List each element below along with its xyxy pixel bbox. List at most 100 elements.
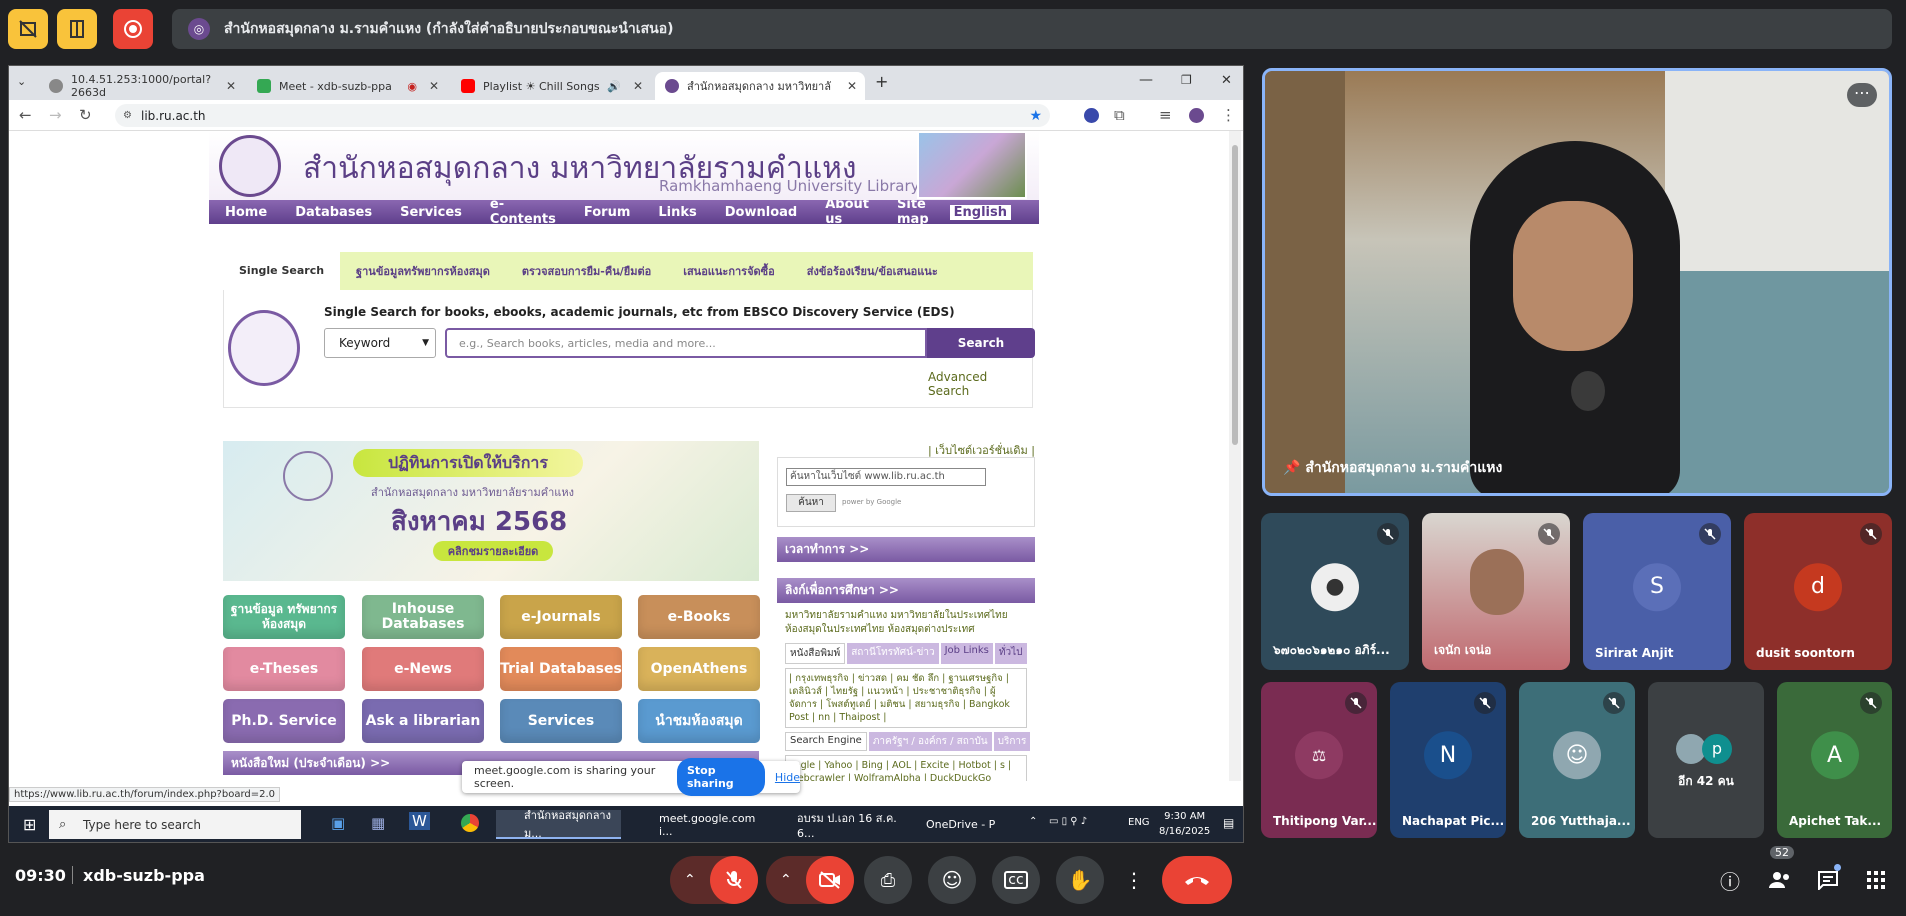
- advanced-search-link[interactable]: Advanced Search: [928, 370, 1032, 398]
- participant-tile[interactable]: N Nachapat Pic...: [1390, 682, 1506, 838]
- mic-options-chevron-icon[interactable]: ⌃: [684, 872, 696, 888]
- engine-tab[interactable]: บริการ: [993, 732, 1031, 751]
- link-tab[interactable]: สถานีโทรทัศน์-ข่าว: [847, 643, 939, 664]
- omnibox[interactable]: ⚙ lib.ru.ac.th ★: [115, 104, 1050, 127]
- service-button[interactable]: Services: [500, 699, 622, 743]
- browser-tab-active[interactable]: สำนักหอสมุดกลาง มหาวิทยาลัยรามคำแ ✕: [655, 72, 865, 100]
- notification-icon[interactable]: ▤: [1223, 816, 1234, 830]
- tab-single-search[interactable]: Single Search: [223, 252, 341, 290]
- scrollbar[interactable]: [1229, 131, 1241, 781]
- menu-dots-icon[interactable]: ⋮: [1221, 106, 1236, 124]
- service-button[interactable]: OpenAthens: [638, 647, 760, 691]
- tab-purchase-suggest[interactable]: เสนอแนะการจัดซื้อ: [667, 262, 791, 280]
- participant-tile[interactable]: S Sirirat Anjit: [1583, 513, 1731, 670]
- reactions-button[interactable]: ☺: [928, 856, 976, 904]
- raise-hand-button[interactable]: ✋: [1056, 856, 1104, 904]
- service-button[interactable]: e-Journals: [500, 595, 622, 639]
- layout-off-icon[interactable]: [8, 9, 48, 49]
- service-button[interactable]: Trial Databases: [500, 647, 622, 691]
- link-tab[interactable]: ทั่วไป: [994, 643, 1027, 664]
- site-info-icon[interactable]: ⚙: [123, 110, 132, 121]
- service-button[interactable]: Ph.D. Service: [223, 699, 345, 743]
- participant-tile[interactable]: d dusit soontorn: [1744, 513, 1892, 670]
- hide-button[interactable]: Hide: [775, 771, 800, 784]
- news-links[interactable]: | กรุงเทพธุรกิจ | ข่าวสด | คม ชัด ลึก | …: [785, 668, 1027, 728]
- menu-about-us[interactable]: About us: [825, 197, 869, 227]
- leave-call-button[interactable]: [1162, 856, 1232, 904]
- browser-tab[interactable]: Playlist ☀ Chill Songs Vol.1 🔊 ✕: [451, 72, 651, 100]
- bookmark-star-icon[interactable]: ★: [1029, 108, 1042, 124]
- participant-tile[interactable]: A Apichet Tak...: [1777, 682, 1892, 838]
- taskbar-search[interactable]: ⌕ Type here to search: [49, 810, 301, 839]
- taskbar-clock[interactable]: 9:30 AM 8/16/2025: [1159, 809, 1210, 839]
- minimize-icon[interactable]: —: [1139, 72, 1153, 88]
- more-options-icon[interactable]: ⋯: [1847, 83, 1877, 107]
- banner-details-button[interactable]: คลิกชมรายละเอียด: [433, 541, 553, 561]
- links-list[interactable]: มหาวิทยาลัยรามคำแหง มหาวิทยาลัยในประเทศไ…: [777, 603, 1035, 643]
- menu-download[interactable]: Download: [725, 205, 797, 220]
- menu-site-map[interactable]: Site map: [897, 197, 938, 227]
- back-icon[interactable]: ←: [19, 106, 32, 124]
- site-search-button[interactable]: ค้นหา: [786, 494, 836, 512]
- link-tab[interactable]: หนังสือพิมพ์: [785, 643, 846, 664]
- engine-tab[interactable]: Search Engine: [785, 732, 867, 751]
- menu-forum[interactable]: Forum: [584, 205, 631, 220]
- site-search-input[interactable]: ค้นหาในเว็บไซต์ www.lib.ru.ac.th: [786, 468, 986, 486]
- building-icon[interactable]: [57, 9, 97, 49]
- taskbar-app[interactable]: meet.google.com i...: [631, 810, 761, 839]
- search-type-select[interactable]: Keyword ▼: [324, 328, 436, 358]
- new-tab-icon[interactable]: +: [875, 72, 888, 91]
- forward-icon[interactable]: →: [49, 106, 62, 124]
- activities-grid-icon[interactable]: [1864, 868, 1888, 892]
- close-icon[interactable]: ✕: [429, 79, 439, 93]
- tab-borrow-check[interactable]: ตรวจสอบการยืม-คืน/ยืมต่อ: [506, 262, 667, 280]
- captions-button[interactable]: cc: [992, 856, 1040, 904]
- tray-chevron-icon[interactable]: ⌃: [1029, 816, 1037, 827]
- scrollbar-thumb[interactable]: [1232, 145, 1238, 445]
- media-icon[interactable]: ≡: [1159, 106, 1172, 124]
- tab-complaint[interactable]: ส่งข้อร้องเรียน/ข้อเสนอแนะ: [791, 262, 954, 280]
- files-icon[interactable]: ▦: [371, 814, 385, 832]
- search-button[interactable]: Search: [927, 328, 1035, 358]
- taskbar-app[interactable]: OneDrive - P: [914, 810, 1024, 839]
- windows-start-icon[interactable]: ⊞: [23, 815, 36, 834]
- profile-icon[interactable]: [1189, 108, 1204, 123]
- restore-icon[interactable]: ❐: [1181, 73, 1192, 87]
- service-button[interactable]: นำชมห้องสมุด: [638, 699, 760, 743]
- participant-tile[interactable]: เจนัก เจน่อ: [1422, 513, 1570, 670]
- participant-tile[interactable]: ⚖ Thitipong Var...: [1261, 682, 1377, 838]
- menu-links[interactable]: Links: [658, 205, 696, 220]
- links-header[interactable]: ลิงก์เพื่อการศึกษา >>: [777, 578, 1035, 603]
- search-input[interactable]: e.g., Search books, articles, media and …: [445, 328, 927, 358]
- browser-tab[interactable]: Meet - xdb-suzb-ppa ◉ ✕: [247, 72, 447, 100]
- more-options-button[interactable]: ⋮: [1110, 856, 1158, 904]
- close-icon[interactable]: ✕: [847, 79, 857, 93]
- menu-services[interactable]: Services: [400, 205, 462, 220]
- extension-icon[interactable]: [1084, 108, 1099, 123]
- hours-header[interactable]: เวลาทำการ >>: [777, 537, 1035, 562]
- reload-icon[interactable]: ↻: [79, 106, 92, 124]
- chrome-icon[interactable]: [461, 814, 479, 832]
- service-button[interactable]: e-Books: [638, 595, 760, 639]
- service-button[interactable]: Inhouse Databases: [362, 595, 484, 639]
- mic-off-icon[interactable]: [710, 856, 758, 904]
- presenter-video-tile[interactable]: ⋯ 📌 สำนักหอสมุดกลาง ม.รามคำแหง: [1262, 68, 1892, 496]
- speaker-icon[interactable]: 🔊: [607, 80, 621, 93]
- service-button[interactable]: e-News: [362, 647, 484, 691]
- tab-library-database[interactable]: ฐานข้อมูลทรัพยากรห้องสมุด: [340, 262, 506, 280]
- camera-options-chevron-icon[interactable]: ⌃: [780, 872, 792, 888]
- browser-tab[interactable]: 10.4.51.253:1000/portal?2663d ✕: [39, 72, 244, 100]
- calendar-banner[interactable]: ปฏิทินการเปิดให้บริการ สำนักหอสมุดกลาง ม…: [223, 441, 759, 581]
- service-button[interactable]: e-Theses: [223, 647, 345, 691]
- engine-tab[interactable]: ภาครัฐฯ / องค์กร / สถาบัน: [868, 732, 992, 751]
- service-button[interactable]: ฐานข้อมูล ทรัพยากรห้องสมุด: [223, 595, 345, 639]
- record-icon[interactable]: [113, 9, 153, 49]
- people-icon[interactable]: [1768, 868, 1792, 892]
- menu-databases[interactable]: Databases: [295, 205, 372, 220]
- taskbar-app[interactable]: สำนักหอสมุดกลาง ม...: [496, 809, 621, 840]
- service-button[interactable]: Ask a librarian: [362, 699, 484, 743]
- tab-search-icon[interactable]: ⌄: [17, 75, 26, 88]
- participant-tile[interactable]: ☺ 206 Yutthaja...: [1519, 682, 1635, 838]
- present-button[interactable]: ⎙: [864, 856, 912, 904]
- word-icon[interactable]: W: [409, 812, 430, 830]
